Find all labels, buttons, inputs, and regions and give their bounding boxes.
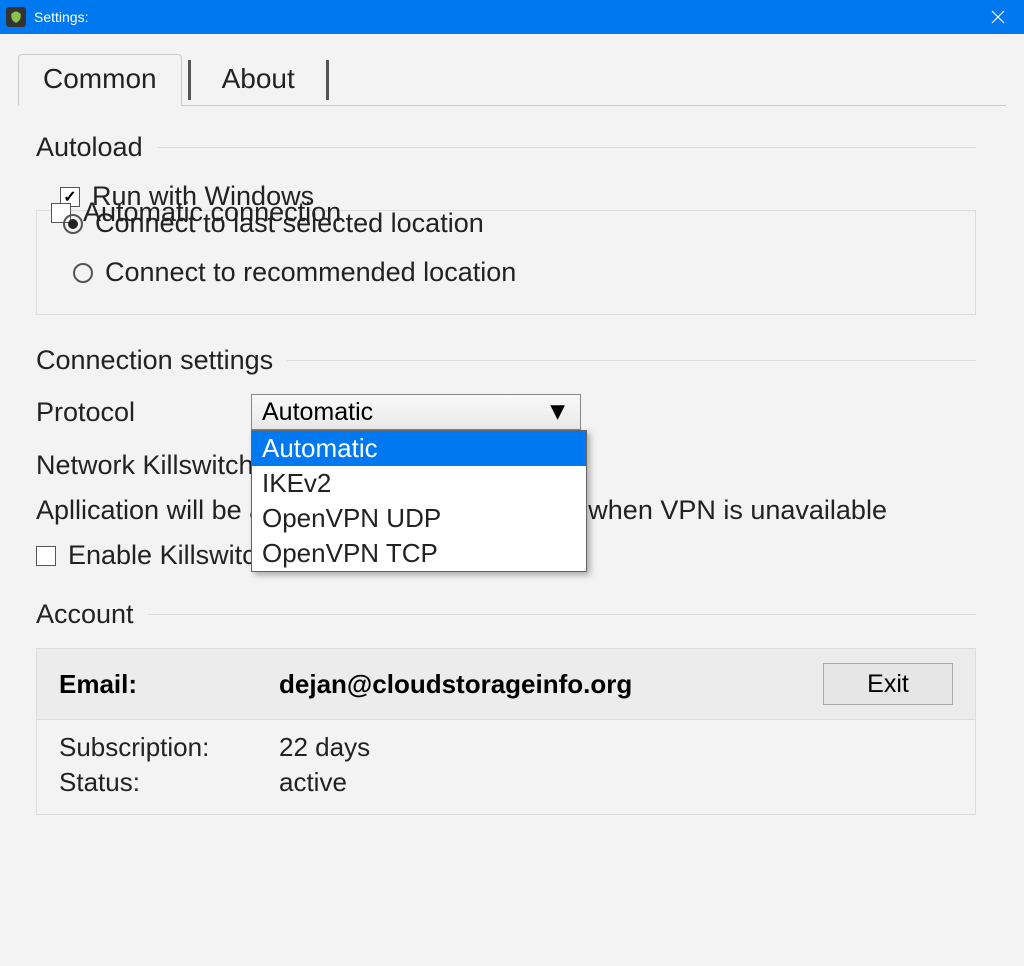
divider — [157, 147, 976, 148]
protocol-option-automatic[interactable]: Automatic — [252, 431, 586, 466]
label-status: Status: — [59, 767, 279, 798]
account-header-row: Email: dejan@cloudstorageinfo.org Exit — [37, 649, 975, 720]
radio-connect-last[interactable] — [63, 214, 83, 234]
divider — [287, 360, 976, 361]
protocol-option-ikev2[interactable]: IKEv2 — [252, 466, 586, 501]
protocol-row: Protocol Automatic ▼ Automatic IKEv2 Ope… — [36, 394, 976, 430]
protocol-dropdown[interactable]: Automatic ▼ — [251, 394, 581, 430]
checkbox-enable-killswitch[interactable] — [36, 546, 56, 566]
radio-row-connect-recommended: Connect to recommended location — [73, 257, 951, 288]
tab-bar: Common About — [18, 54, 1006, 106]
section-title-autoload: Autoload — [36, 132, 143, 163]
value-status: active — [279, 767, 347, 798]
protocol-option-openvpn-tcp[interactable]: OpenVPN TCP — [252, 536, 586, 571]
tab-separator — [326, 60, 329, 100]
chevron-down-icon: ▼ — [545, 398, 570, 427]
section-title-connection: Connection settings — [36, 345, 273, 376]
protocol-option-openvpn-udp[interactable]: OpenVPN UDP — [252, 501, 586, 536]
content-area: Common About Autoload Run with Windows A… — [0, 34, 1024, 815]
section-autoload: Autoload — [36, 132, 976, 163]
exit-button[interactable]: Exit — [823, 663, 953, 705]
value-subscription: 22 days — [279, 732, 370, 763]
protocol-dropdown-wrap: Automatic ▼ Automatic IKEv2 OpenVPN UDP … — [251, 394, 581, 430]
tab-about[interactable]: About — [197, 54, 320, 106]
group-automatic-connection: Automatic connection Connect to last sel… — [36, 210, 976, 315]
radio-row-connect-last: Connect to last selected location — [63, 208, 951, 239]
tab-common[interactable]: Common — [18, 54, 182, 106]
label-connect-last: Connect to last selected location — [95, 208, 484, 239]
close-icon — [991, 10, 1005, 24]
tab-separator — [188, 60, 191, 100]
label-protocol: Protocol — [36, 397, 251, 428]
account-body: Subscription: 22 days Status: active — [37, 720, 975, 814]
account-box: Email: dejan@cloudstorageinfo.org Exit S… — [36, 648, 976, 815]
section-title-account: Account — [36, 599, 134, 630]
radio-connect-recommended[interactable] — [73, 263, 93, 283]
label-email: Email: — [59, 669, 279, 700]
section-account: Account — [36, 599, 976, 630]
row-status: Status: active — [59, 767, 953, 798]
shield-icon — [6, 7, 26, 27]
window-title: Settings: — [34, 9, 978, 25]
label-enable-killswitch: Enable Killswitch — [68, 540, 271, 571]
section-connection: Connection settings — [36, 345, 976, 376]
close-button[interactable] — [978, 0, 1018, 34]
tab-panel-common: Autoload Run with Windows Automatic conn… — [18, 105, 1006, 815]
protocol-selected-value: Automatic — [262, 398, 373, 427]
exit-button-label: Exit — [867, 670, 909, 699]
titlebar: Settings: — [0, 0, 1024, 34]
row-subscription: Subscription: 22 days — [59, 732, 953, 763]
protocol-dropdown-list: Automatic IKEv2 OpenVPN UDP OpenVPN TCP — [251, 430, 587, 572]
value-email: dejan@cloudstorageinfo.org — [279, 669, 823, 700]
label-connect-recommended: Connect to recommended location — [105, 257, 516, 288]
divider — [148, 614, 976, 615]
label-subscription: Subscription: — [59, 732, 279, 763]
